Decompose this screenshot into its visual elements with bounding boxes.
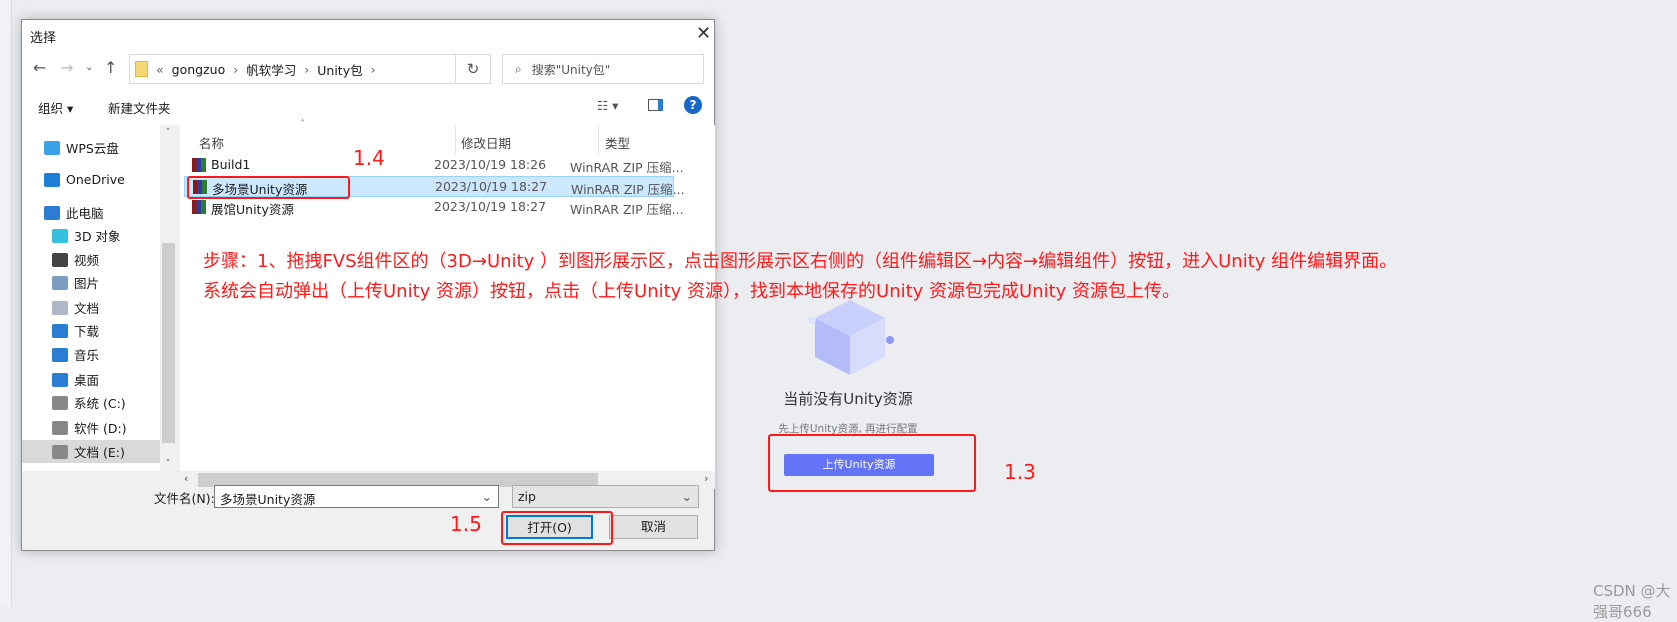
nav-item[interactable]: 文档 (E:)	[22, 440, 160, 463]
file-row[interactable]: 展馆Unity资源 2023/10/19 18:27 WinRAR ZIP 压缩..…	[184, 197, 684, 218]
filename-label: 文件名(N):	[154, 491, 215, 506]
annotation-box-open	[501, 511, 613, 545]
nav-item-label: 视频	[74, 253, 100, 268]
music-icon	[52, 347, 68, 362]
breadcrumb-gongzuo[interactable]: gongzuo	[172, 62, 226, 77]
breadcrumb-fanruan[interactable]: 帆软学习	[246, 60, 296, 79]
winrar-archive-icon	[192, 158, 206, 172]
nav-item-label: 文档 (E:)	[74, 445, 125, 460]
file-type: WinRAR ZIP 压缩...	[570, 160, 684, 175]
column-header-type[interactable]: 类型	[605, 133, 630, 152]
dialog-title: 选择	[30, 31, 57, 46]
file-type: WinRAR ZIP 压缩...	[570, 202, 684, 217]
nav-item-label: 3D 对象	[74, 229, 121, 244]
nav-scrollbar-thumb[interactable]	[162, 243, 175, 443]
annotation-1-3: 1.3	[1004, 460, 1036, 484]
title-bar: 选择 ✕	[22, 20, 714, 50]
nav-item-label: 此电脑	[66, 206, 104, 221]
nav-item[interactable]: 桌面	[22, 368, 160, 391]
computer-icon	[44, 205, 60, 220]
winrar-archive-icon	[192, 200, 206, 214]
organize-menu[interactable]: 组织 ▾	[38, 98, 73, 117]
column-header-name[interactable]: 名称	[199, 133, 224, 152]
nav-item[interactable]: 3D 对象	[22, 224, 160, 247]
file-type: WinRAR ZIP 压缩...	[571, 182, 685, 197]
left-sidebar-strip	[0, 0, 12, 607]
empty-state-title: 当前没有Unity资源	[783, 390, 913, 408]
file-date: 2023/10/19 18:27	[435, 179, 548, 194]
annotation-box-file	[187, 176, 350, 199]
new-folder-button[interactable]: 新建文件夹	[108, 98, 171, 117]
instruction-text: 步骤：1、拖拽FVS组件区的（3D→Unity ）到图形展示区，点击图形展示区右…	[203, 247, 1397, 307]
nav-item[interactable]: 此电脑	[22, 201, 160, 224]
file-row[interactable]: Build1 2023/10/19 18:26 WinRAR ZIP 压缩...	[184, 155, 684, 176]
breadcrumb-overflow[interactable]: «	[156, 62, 164, 77]
column-header-date[interactable]: 修改日期	[461, 133, 511, 152]
download-icon	[52, 323, 68, 338]
annotation-1-5: 1.5	[450, 512, 482, 536]
breadcrumb-unity[interactable]: Unity包	[317, 60, 362, 79]
nav-item[interactable]: OneDrive	[22, 168, 160, 191]
nav-item-label: 音乐	[74, 348, 100, 363]
recent-chevron-icon[interactable]: ⌄	[85, 62, 93, 73]
nav-item-label: WPS云盘	[66, 141, 119, 156]
chevron-down-icon: ⌄	[681, 489, 692, 504]
nav-item[interactable]: 图片	[22, 271, 160, 294]
view-options-icon[interactable]: ☷ ▾	[597, 98, 618, 113]
close-icon[interactable]: ✕	[696, 23, 711, 44]
breadcrumb-separator: ›	[370, 61, 376, 77]
desktop-icon	[52, 372, 68, 387]
instruction-line-1: 步骤：1、拖拽FVS组件区的（3D→Unity ）到图形展示区，点击图形展示区右…	[203, 251, 1398, 272]
document-icon	[52, 300, 68, 315]
help-icon[interactable]: ?	[684, 96, 702, 114]
file-name: 展馆Unity资源	[211, 202, 294, 217]
preview-pane-icon[interactable]	[648, 99, 663, 111]
refresh-icon[interactable]: ↻	[455, 54, 491, 84]
sort-indicator-icon: ˄	[300, 119, 305, 130]
address-bar[interactable]: « gongzuo › 帆软学习 › Unity包 › ⌄	[129, 54, 491, 84]
file-type-select[interactable]: zip ⌄	[512, 485, 699, 508]
watermark: CSDN @大强哥666	[1593, 582, 1671, 621]
file-date: 2023/10/19 18:26	[434, 157, 547, 172]
chevron-down-icon[interactable]: ⌄	[482, 489, 492, 504]
nav-item[interactable]: 下载	[22, 319, 160, 342]
cube-icon	[52, 228, 68, 243]
picture-icon	[52, 275, 68, 290]
filename-input[interactable]: 多场景Unity资源 ⌄	[214, 485, 499, 508]
nav-item-label: 图片	[74, 276, 100, 291]
cloud-icon	[44, 140, 60, 155]
nav-item-label: 下载	[74, 324, 100, 339]
nav-item-label: 文档	[74, 301, 100, 316]
forward-arrow-icon[interactable]: →	[60, 58, 73, 77]
breadcrumb-separator: ›	[233, 61, 239, 77]
nav-item-label: 软件 (D:)	[74, 421, 127, 436]
up-arrow-icon[interactable]: ↑	[104, 58, 117, 77]
onedrive-icon	[44, 172, 60, 187]
drive-icon	[52, 444, 68, 459]
annotation-1-4: 1.4	[353, 146, 385, 170]
annotation-box-upload	[768, 434, 976, 492]
nav-item[interactable]: 系统 (C:)	[22, 391, 160, 414]
nav-item[interactable]: 文档	[22, 296, 160, 319]
breadcrumb-separator: ›	[304, 61, 310, 77]
search-input[interactable]: ⌕ 搜索"Unity包"	[502, 54, 704, 84]
nav-item[interactable]: 视频	[22, 248, 160, 271]
drive-icon	[52, 420, 68, 435]
file-date: 2023/10/19 18:27	[434, 199, 547, 214]
nav-item-label: 系统 (C:)	[74, 396, 126, 411]
search-icon: ⌕	[515, 61, 522, 76]
cancel-button[interactable]: 取消	[609, 515, 698, 539]
file-name: Build1	[211, 157, 251, 172]
nav-item[interactable]: WPS云盘	[22, 136, 160, 159]
nav-item-label: OneDrive	[66, 172, 125, 187]
folder-icon	[135, 61, 148, 77]
nav-item[interactable]: 软件 (D:)	[22, 416, 160, 439]
nav-item[interactable]: 音乐	[22, 343, 160, 366]
nav-item-label: 桌面	[74, 373, 100, 388]
instruction-line-2: 系统会自动弹出（上传Unity 资源）按钮，点击（上传Unity 资源），找到本…	[203, 281, 1181, 302]
back-arrow-icon[interactable]: ←	[33, 58, 46, 77]
video-icon	[52, 252, 68, 267]
drive-icon	[52, 395, 68, 410]
